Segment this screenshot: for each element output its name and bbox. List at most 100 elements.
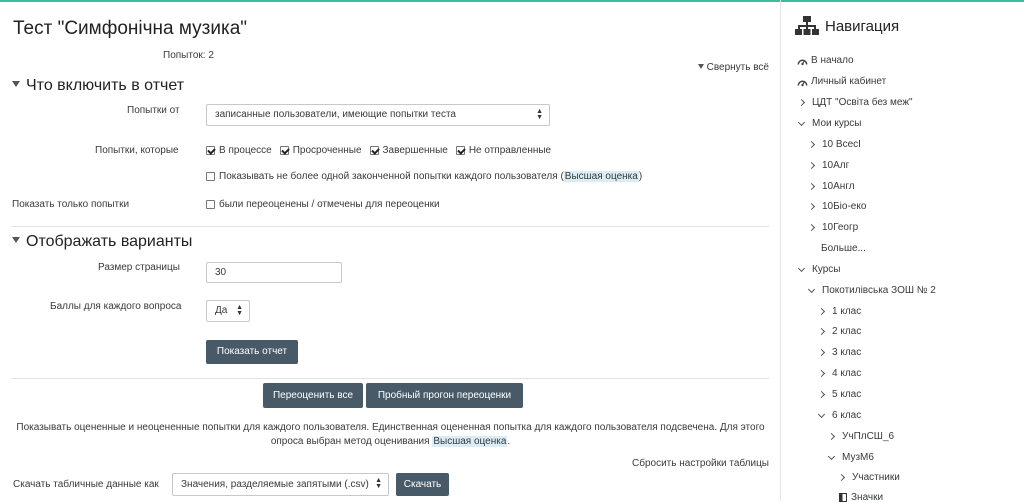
nav-item-label: 10Геогр [822, 222, 859, 233]
nav-item-label: 1 клас [832, 306, 862, 317]
main-region: Тест "Симфонічна музика" Попыток: 2 Свер… [0, 0, 780, 501]
state-finished-label: Завершенные [382, 145, 448, 156]
state-abandoned-checkbox[interactable] [455, 146, 465, 155]
regraded-checkbox[interactable] [206, 200, 215, 209]
section-display-header[interactable]: Отображать варианты [12, 233, 192, 251]
reset-table-link[interactable]: Сбросить настройки таблицы [632, 458, 769, 469]
nav-item-course[interactable]: 10Геогр [807, 222, 859, 233]
attempt-state-checkboxes: В процессе Просроченные Завершенные Не о… [206, 145, 559, 156]
nav-item-label: Личный кабинет [811, 76, 887, 87]
nav-item-label: 10 ВсесІ [822, 139, 861, 150]
chevron-right-icon [807, 161, 816, 170]
marks-label: Баллы для каждого вопроса [50, 301, 182, 312]
one-attempt-row: Показывать не более одной законченной по… [206, 171, 642, 182]
chevron-down-icon [807, 285, 816, 293]
nav-item-current-course[interactable]: МузМ6 [827, 452, 874, 463]
nav-item-label: 5 клас [832, 389, 862, 400]
nav-item-my-courses[interactable]: Мои курсы [797, 118, 862, 129]
attempts-which-label: Попытки, которые [95, 145, 179, 156]
chevron-down-icon [797, 264, 806, 272]
nav-item-label: 10Алг [822, 160, 850, 171]
page-title: Тест "Симфонічна музика" [13, 18, 248, 39]
nav-item-label: 10Англ [822, 181, 855, 192]
nav-item-home[interactable]: В начало [797, 55, 854, 66]
select-arrows-icon: ▲ ▼ [236, 304, 243, 317]
regraded-row: были переоценены / отмечены для переоцен… [206, 199, 440, 210]
nav-item-label: 4 клас [832, 368, 862, 379]
collapse-all-link[interactable]: Свернуть всё [697, 62, 769, 73]
chevron-right-icon [807, 140, 816, 149]
nav-item-class[interactable]: 4 клас [817, 368, 862, 379]
one-attempt-checkbox[interactable] [206, 172, 215, 181]
caret-down-icon [697, 64, 704, 69]
state-finished-checkbox[interactable] [369, 146, 379, 155]
nav-item-dashboard[interactable]: Личный кабинет [797, 76, 886, 87]
sitemap-icon [795, 16, 819, 35]
nav-item-badges[interactable]: Значки [839, 492, 883, 503]
grading-method-highlight: Высшая оценка [563, 171, 639, 182]
page-size-input[interactable]: 30 [206, 262, 342, 283]
sidebar-divider [780, 0, 781, 501]
dry-run-regrade-button[interactable]: Пробный прогон переоценки [366, 383, 523, 408]
download-format-value: Значения, разделяемые запятыми (.csv) [181, 479, 369, 490]
chevron-down-icon [827, 452, 836, 460]
chevron-right-icon [837, 473, 846, 482]
nav-item-course[interactable]: 10Алг [807, 160, 850, 171]
chevron-right-icon [817, 369, 826, 378]
marks-value: Да [215, 305, 228, 316]
section-include-header[interactable]: Что включить в отчет [12, 77, 184, 95]
navigation-title: Навигация [825, 17, 900, 35]
nav-item-course[interactable]: УчПлСШ_6 [827, 431, 895, 442]
chevron-right-icon [807, 223, 816, 232]
nav-item-label: Участники [852, 472, 900, 483]
section-display-title: Отображать варианты [26, 233, 193, 250]
chevron-right-icon [827, 432, 836, 441]
chevron-right-icon [807, 202, 816, 211]
nav-item-course[interactable]: 10Біо-еко [807, 201, 866, 212]
one-attempt-close: ) [638, 171, 643, 182]
nav-item-course[interactable]: 10Англ [807, 181, 855, 192]
select-arrows-icon: ▲ ▼ [536, 108, 543, 121]
chevron-right-icon [797, 98, 806, 107]
info-text-end: . [507, 436, 511, 447]
chevron-down-icon [817, 410, 826, 418]
chevron-right-icon [817, 348, 826, 357]
nav-item-course[interactable]: 10 ВсесІ [807, 139, 861, 150]
nav-item-label: 2 клас [832, 326, 862, 337]
caret-down-icon [12, 237, 20, 243]
state-in-progress-checkbox[interactable] [206, 146, 215, 155]
nav-item-label: В начало [811, 55, 854, 66]
chevron-right-icon [817, 390, 826, 399]
state-overdue-checkbox[interactable] [279, 146, 289, 155]
nav-item-class[interactable]: 6 клас [817, 410, 861, 421]
page-size-label: Размер страницы [98, 262, 180, 273]
chevron-down-icon [797, 118, 806, 126]
one-attempt-text: Показывать не более одной законченной по… [219, 171, 564, 182]
nav-item-more[interactable]: Больше... [821, 243, 866, 254]
attempts-from-select[interactable]: записанные пользователи, имеющие попытки… [206, 104, 550, 126]
nav-item-label: Больше... [821, 243, 866, 254]
show-report-button[interactable]: Показать отчет [206, 340, 298, 364]
one-attempt-label: Показывать не более одной законченной по… [219, 171, 642, 182]
download-button[interactable]: Скачать [396, 473, 449, 496]
nav-item-label: Покотилівська ЗОШ № 2 [822, 285, 936, 296]
nav-item-category[interactable]: Покотилівська ЗОШ № 2 [807, 285, 936, 296]
state-abandoned-label: Не отправленные [468, 145, 552, 156]
download-format-select[interactable]: Значения, разделяемые запятыми (.csv) ▲ ▼ [172, 473, 389, 496]
section-divider [12, 226, 769, 227]
actions-divider [12, 378, 769, 379]
state-overdue-label: Просроченные [292, 145, 362, 156]
marks-select[interactable]: Да ▲ ▼ [206, 300, 250, 322]
nav-item-courses[interactable]: Курсы [797, 264, 840, 275]
chevron-right-icon [817, 327, 826, 336]
nav-item-site[interactable]: ЦДТ "Освіта без меж" [797, 97, 913, 108]
nav-item-class[interactable]: 5 клас [817, 389, 862, 400]
download-label: Скачать табличные данные как [13, 479, 159, 490]
nav-item-participants[interactable]: Участники [837, 472, 900, 483]
nav-item-class[interactable]: 2 клас [817, 326, 862, 337]
nav-item-class[interactable]: 3 клас [817, 347, 861, 358]
regrade-all-button[interactable]: Переоценить все [263, 383, 363, 408]
nav-item-label: УчПлСШ_6 [842, 431, 895, 442]
attempts-info-text: Показывать оцененные и неоцененные попыт… [12, 421, 769, 449]
nav-item-class[interactable]: 1 клас [817, 306, 862, 317]
